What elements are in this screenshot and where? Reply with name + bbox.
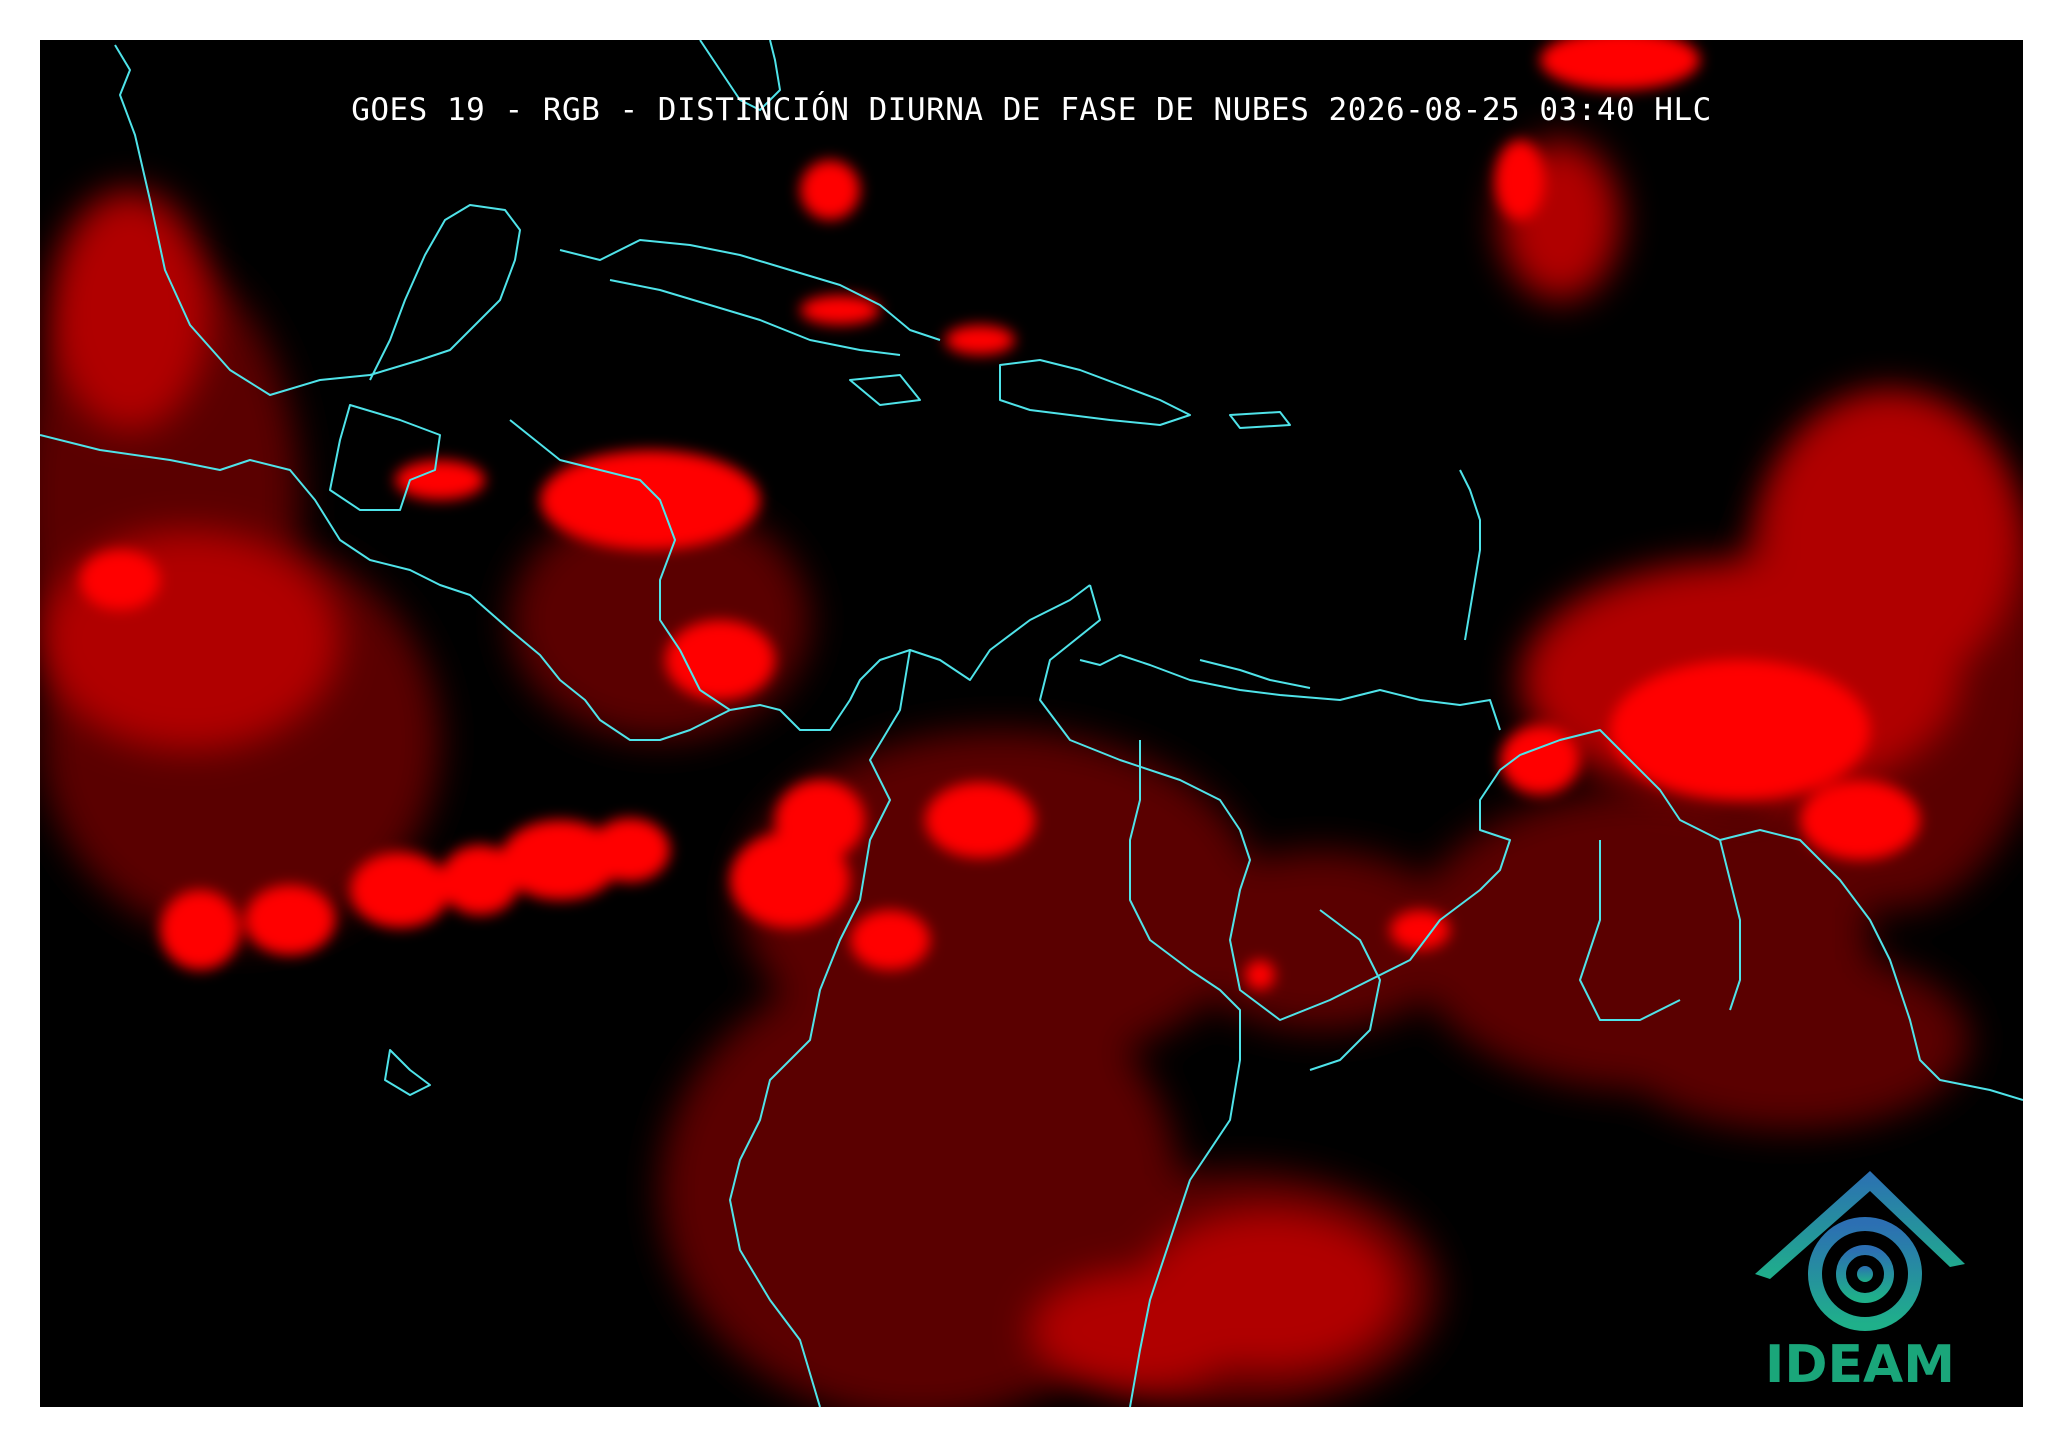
galapagos-islands: [384, 1049, 431, 1096]
cuba-north-coast: [559, 239, 941, 341]
satellite-map: GOES 19 - RGB - DISTINCIÓN DIURNA DE FAS…: [40, 40, 2023, 1407]
ideam-logo: IDEAM: [1745, 1169, 1975, 1399]
map-title: GOES 19 - RGB - DISTINCIÓN DIURNA DE FAS…: [351, 92, 1712, 128]
venezuela-islands: [1199, 659, 1311, 689]
ideam-logo-text: IDEAM: [1764, 1335, 1956, 1395]
jamaica: [849, 374, 921, 406]
hispaniola: [999, 359, 1191, 426]
puerto-rico: [1229, 411, 1291, 429]
map-canvas: [40, 40, 2023, 1407]
thin-cloud-haze: [40, 260, 2023, 1407]
venezuela-coast: [1079, 654, 1501, 731]
ideam-mountain-swirl-logo-icon: [1755, 1171, 1965, 1331]
lesser-antilles: [1459, 469, 1481, 641]
